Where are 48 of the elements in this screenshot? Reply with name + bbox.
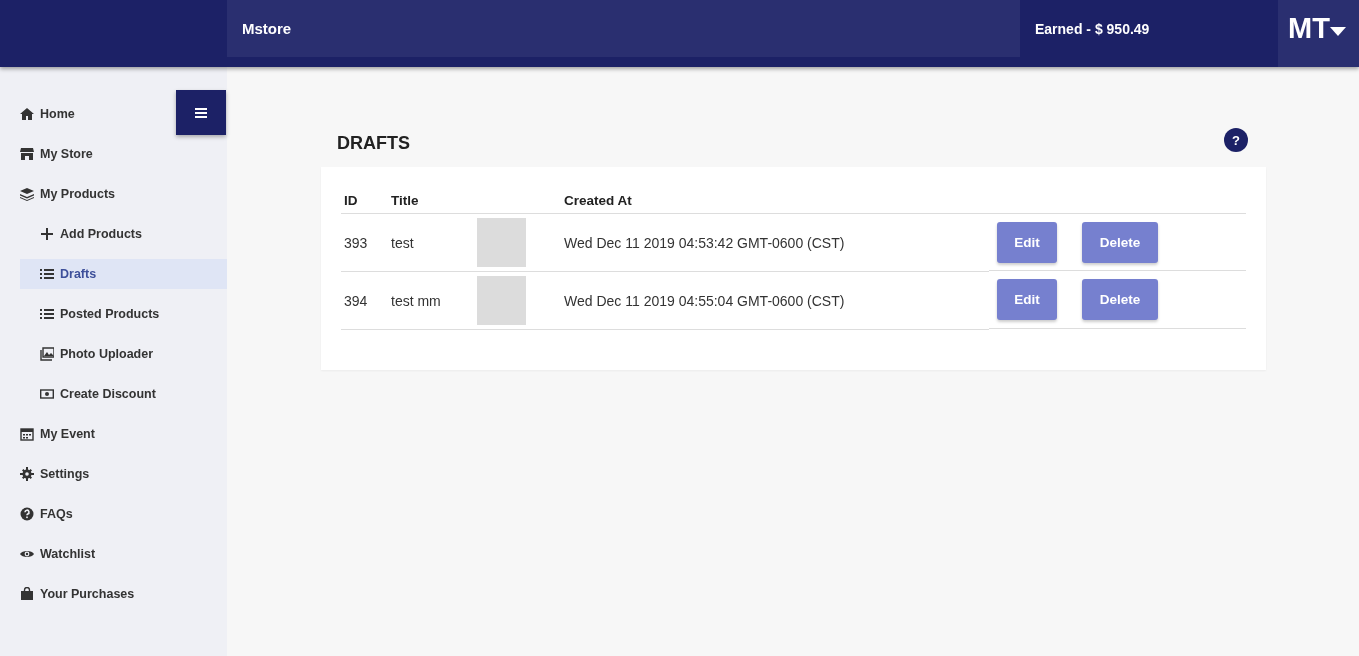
table-cell: Wed Dec 11 2019 04:53:42 GMT-0600 (CST) bbox=[561, 213, 989, 272]
calendar-icon bbox=[20, 427, 34, 441]
sidebar-item[interactable]: FAQs bbox=[20, 499, 227, 529]
edit-button[interactable]: Edit bbox=[996, 279, 1057, 320]
sidebar-item[interactable]: Settings bbox=[20, 459, 227, 489]
menu-button[interactable] bbox=[176, 90, 226, 135]
settings-icon bbox=[20, 467, 34, 481]
image-placeholder bbox=[477, 218, 526, 267]
bag-icon bbox=[20, 587, 34, 601]
sidebar-item[interactable]: My Products bbox=[20, 179, 227, 209]
page-title: DRAFTS bbox=[337, 132, 410, 154]
table-cell: 394 bbox=[341, 271, 388, 330]
delete-button[interactable]: Delete bbox=[1081, 279, 1158, 320]
user-menu-button[interactable]: MT bbox=[1278, 0, 1359, 67]
table-cell: test mm bbox=[388, 271, 474, 330]
table-cell: 393 bbox=[341, 213, 388, 272]
layers-icon bbox=[20, 187, 34, 201]
help-button[interactable]: ? bbox=[1224, 128, 1248, 152]
sidebar-item[interactable]: Drafts bbox=[20, 259, 227, 289]
sidebar-item[interactable]: Create Discount bbox=[20, 379, 227, 409]
delete-button[interactable]: Delete bbox=[1081, 221, 1158, 263]
banknote-icon bbox=[40, 387, 54, 401]
edit-button[interactable]: Edit bbox=[996, 221, 1057, 263]
list-icon bbox=[40, 307, 54, 321]
table-cell: Wed Dec 11 2019 04:55:04 GMT-0600 (CST) bbox=[561, 271, 989, 330]
sidebar-item[interactable]: Add Products bbox=[20, 219, 227, 249]
sidebar-item[interactable]: Watchlist bbox=[20, 539, 227, 569]
caret-icon bbox=[1329, 27, 1346, 36]
list-icon bbox=[40, 267, 54, 281]
store-icon bbox=[20, 147, 34, 161]
table-cell: test bbox=[388, 213, 474, 272]
sidebar-item[interactable]: Posted Products bbox=[20, 299, 227, 329]
earnings-text: Earned - $ 950.49 bbox=[1035, 20, 1150, 37]
sidebar-item[interactable]: My Store bbox=[20, 139, 227, 169]
sidebar-item[interactable]: My Event bbox=[20, 419, 227, 449]
sidebar-item[interactable]: Photo Uploader bbox=[20, 339, 227, 369]
image-placeholder bbox=[477, 276, 526, 325]
column-header: Created At bbox=[561, 187, 989, 214]
menu-icon bbox=[195, 107, 207, 118]
images-icon bbox=[40, 347, 54, 361]
home-icon bbox=[20, 107, 34, 121]
store-name: Mstore bbox=[242, 20, 292, 37]
column-header: ID bbox=[341, 187, 388, 214]
sidebar-item[interactable]: Home bbox=[20, 99, 227, 129]
help-icon bbox=[20, 507, 34, 521]
plus-icon bbox=[40, 227, 54, 241]
column-header: Title bbox=[388, 187, 474, 214]
sidebar-item[interactable]: Your Purchases bbox=[20, 579, 227, 609]
